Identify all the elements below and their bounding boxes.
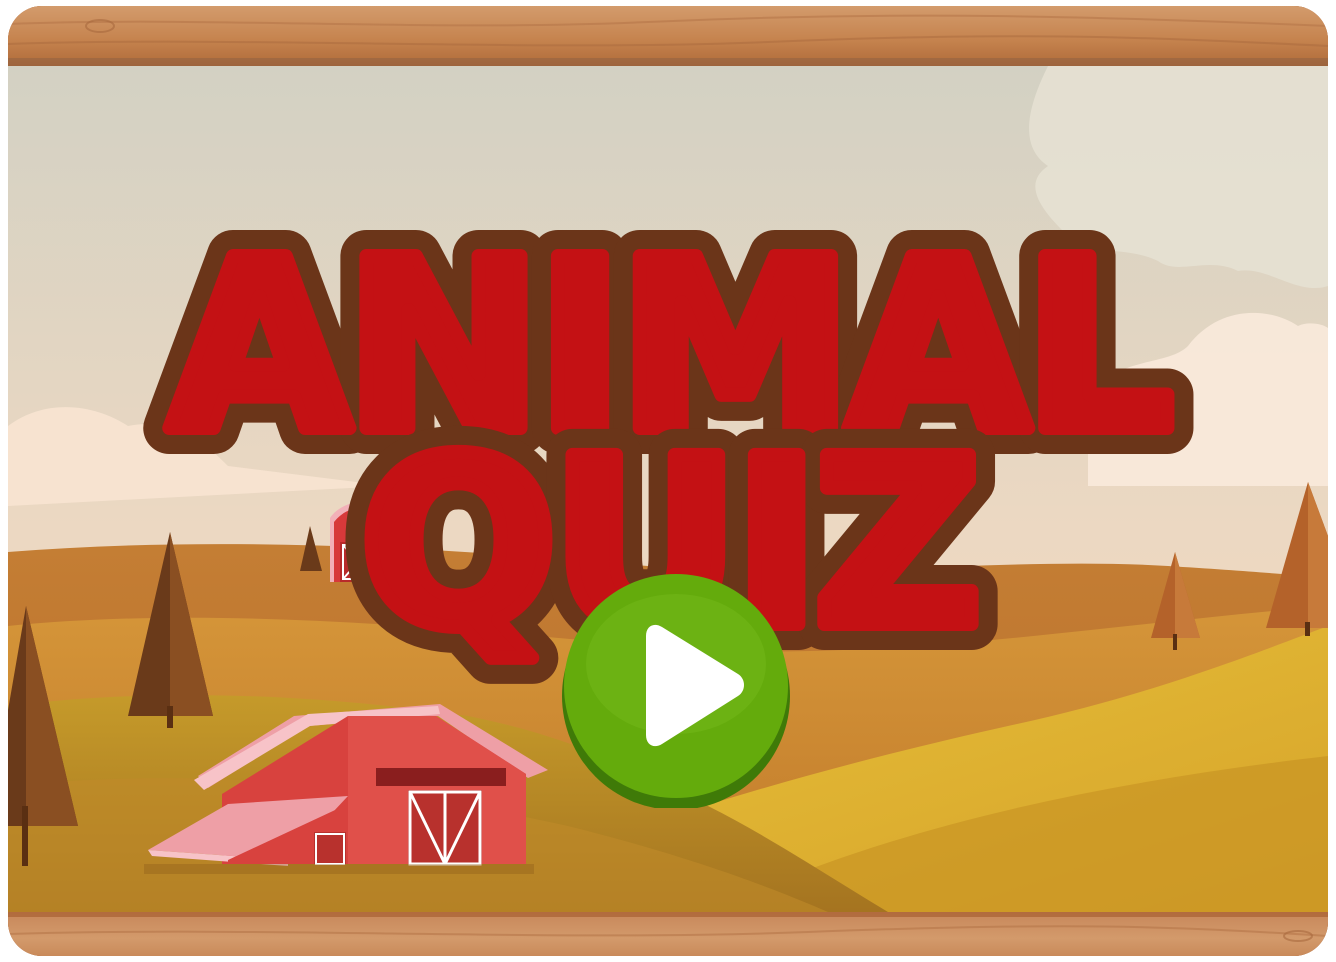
wood-plank-bottom: [8, 912, 1328, 956]
wood-plank-top: [8, 6, 1328, 66]
play-button[interactable]: [560, 574, 792, 810]
game-frame: ANIMAL ANIMAL QUIZ QUIZ: [8, 6, 1328, 956]
